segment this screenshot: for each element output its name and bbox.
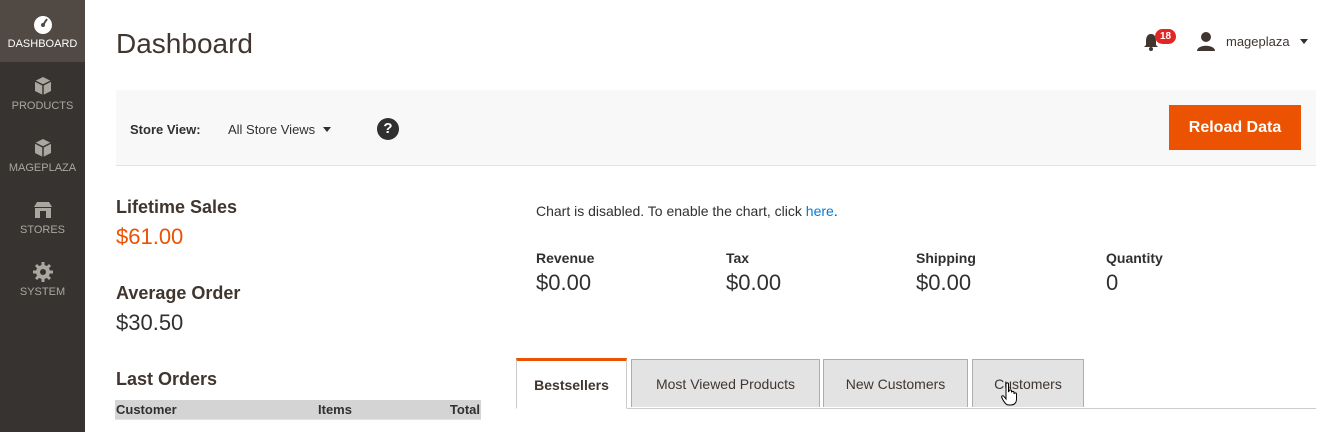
user-name: mageplaza (1226, 34, 1290, 49)
box-icon (32, 75, 54, 97)
sidebar-item-system[interactable]: SYSTEM (0, 248, 85, 310)
store-view-bar: Store View: All Store Views ? Reload Dat… (116, 90, 1316, 166)
sidebar-item-mageplaza[interactable]: MAGEPLAZA (0, 124, 85, 186)
revenue-value: $0.00 (536, 270, 591, 296)
tax-value: $0.00 (726, 270, 781, 296)
store-icon (32, 199, 54, 221)
gear-icon (32, 261, 54, 283)
tab-new-customers[interactable]: New Customers (823, 359, 968, 407)
average-order-value: $30.50 (116, 310, 183, 336)
sidebar-item-products[interactable]: PRODUCTS (0, 62, 85, 124)
sidebar-item-label: DASHBOARD (8, 38, 78, 50)
lifetime-sales-label: Lifetime Sales (116, 197, 237, 218)
average-order-label: Average Order (116, 283, 240, 304)
table-row (115, 420, 481, 442)
sidebar-item-stores[interactable]: STORES (0, 186, 85, 248)
lifetime-sales-value: $61.00 (116, 224, 183, 250)
store-view-value: All Store Views (228, 122, 315, 137)
hand-pointer-icon (1001, 382, 1017, 406)
sidebar-item-label: PRODUCTS (12, 100, 74, 112)
shipping-value: $0.00 (916, 270, 971, 296)
sidebar-item-label: SYSTEM (20, 286, 65, 298)
tab-bestsellers[interactable]: Bestsellers (516, 358, 627, 409)
tab-most-viewed-products[interactable]: Most Viewed Products (631, 359, 820, 407)
dashboard-icon (32, 13, 54, 35)
enable-chart-link[interactable]: here (806, 203, 834, 219)
sidebar-item-dashboard[interactable]: DASHBOARD (0, 0, 85, 62)
tax-label: Tax (726, 250, 749, 266)
chart-note-suffix: . (834, 203, 838, 219)
sidebar-item-label: MAGEPLAZA (9, 162, 76, 174)
user-icon (1196, 31, 1216, 51)
revenue-label: Revenue (536, 250, 594, 266)
notification-badge[interactable]: 18 (1155, 29, 1176, 44)
quantity-label: Quantity (1106, 250, 1163, 266)
help-icon[interactable]: ? (377, 118, 399, 140)
chart-disabled-note: Chart is disabled. To enable the chart, … (536, 203, 838, 219)
last-orders-table: Customer Items Total (115, 400, 481, 442)
store-view-label: Store View: (130, 122, 201, 137)
column-header-customer: Customer (115, 400, 317, 420)
last-orders-label: Last Orders (116, 369, 217, 390)
user-menu[interactable]: mageplaza (1196, 31, 1308, 51)
quantity-value: 0 (1106, 270, 1118, 296)
column-header-total: Total (399, 400, 481, 420)
chevron-down-icon (1300, 39, 1308, 44)
chevron-down-icon (323, 127, 331, 132)
store-view-select[interactable]: All Store Views (228, 122, 331, 137)
box-icon (32, 137, 54, 159)
tab-customers[interactable]: Customers (972, 359, 1084, 407)
chart-note-text: Chart is disabled. To enable the chart, … (536, 203, 806, 219)
shipping-label: Shipping (916, 250, 976, 266)
admin-sidebar: DASHBOARD PRODUCTS MAGEPLAZA STORES SYST… (0, 0, 85, 432)
reload-data-button[interactable]: Reload Data (1169, 105, 1301, 150)
sidebar-item-label: STORES (20, 224, 65, 236)
dashboard-tabs: Bestsellers Most Viewed Products New Cus… (516, 358, 1316, 409)
column-header-items: Items (317, 400, 399, 420)
page-title: Dashboard (116, 28, 253, 60)
